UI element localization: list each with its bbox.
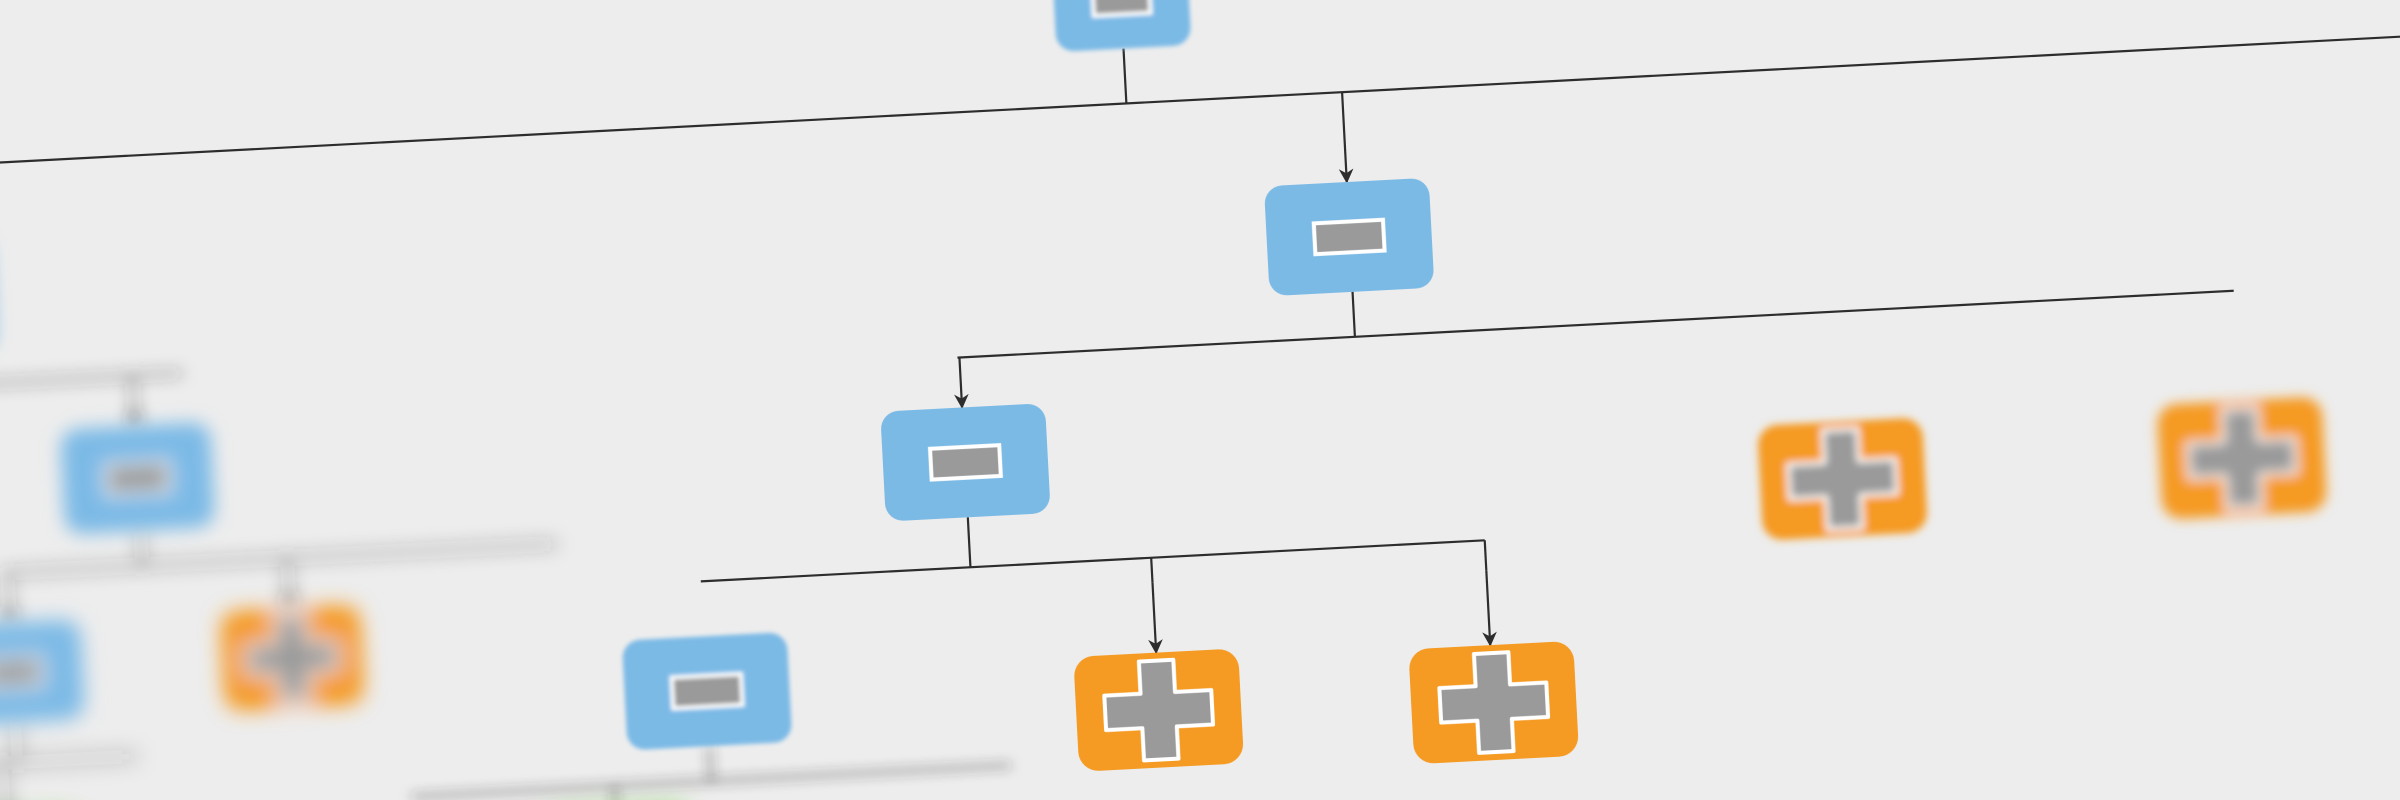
node-cc_r1[interactable] <box>1757 417 1928 540</box>
minus-icon <box>1093 0 1151 16</box>
edge <box>955 246 2239 468</box>
node-cl_b1[interactable] <box>0 619 85 726</box>
node-cc_l_c[interactable] <box>1408 641 1579 764</box>
node-cc_l_a[interactable] <box>622 632 793 750</box>
minus-icon <box>1314 220 1385 254</box>
tree-diagram <box>0 0 2400 800</box>
minus-icon <box>0 657 43 688</box>
minus-icon <box>672 674 743 708</box>
node-cc_l_b[interactable] <box>1073 648 1244 771</box>
node-root[interactable] <box>1052 0 1192 52</box>
edge <box>0 0 2400 257</box>
minus-icon <box>105 462 169 495</box>
node-cl_b2[interactable] <box>220 604 365 711</box>
node-cc_r2[interactable] <box>2157 396 2328 519</box>
minus-icon <box>930 445 1001 479</box>
node-cl_b[interactable] <box>60 422 215 535</box>
edge <box>0 716 140 800</box>
node-cc_l[interactable] <box>880 403 1051 521</box>
node-c_center[interactable] <box>1264 178 1435 296</box>
